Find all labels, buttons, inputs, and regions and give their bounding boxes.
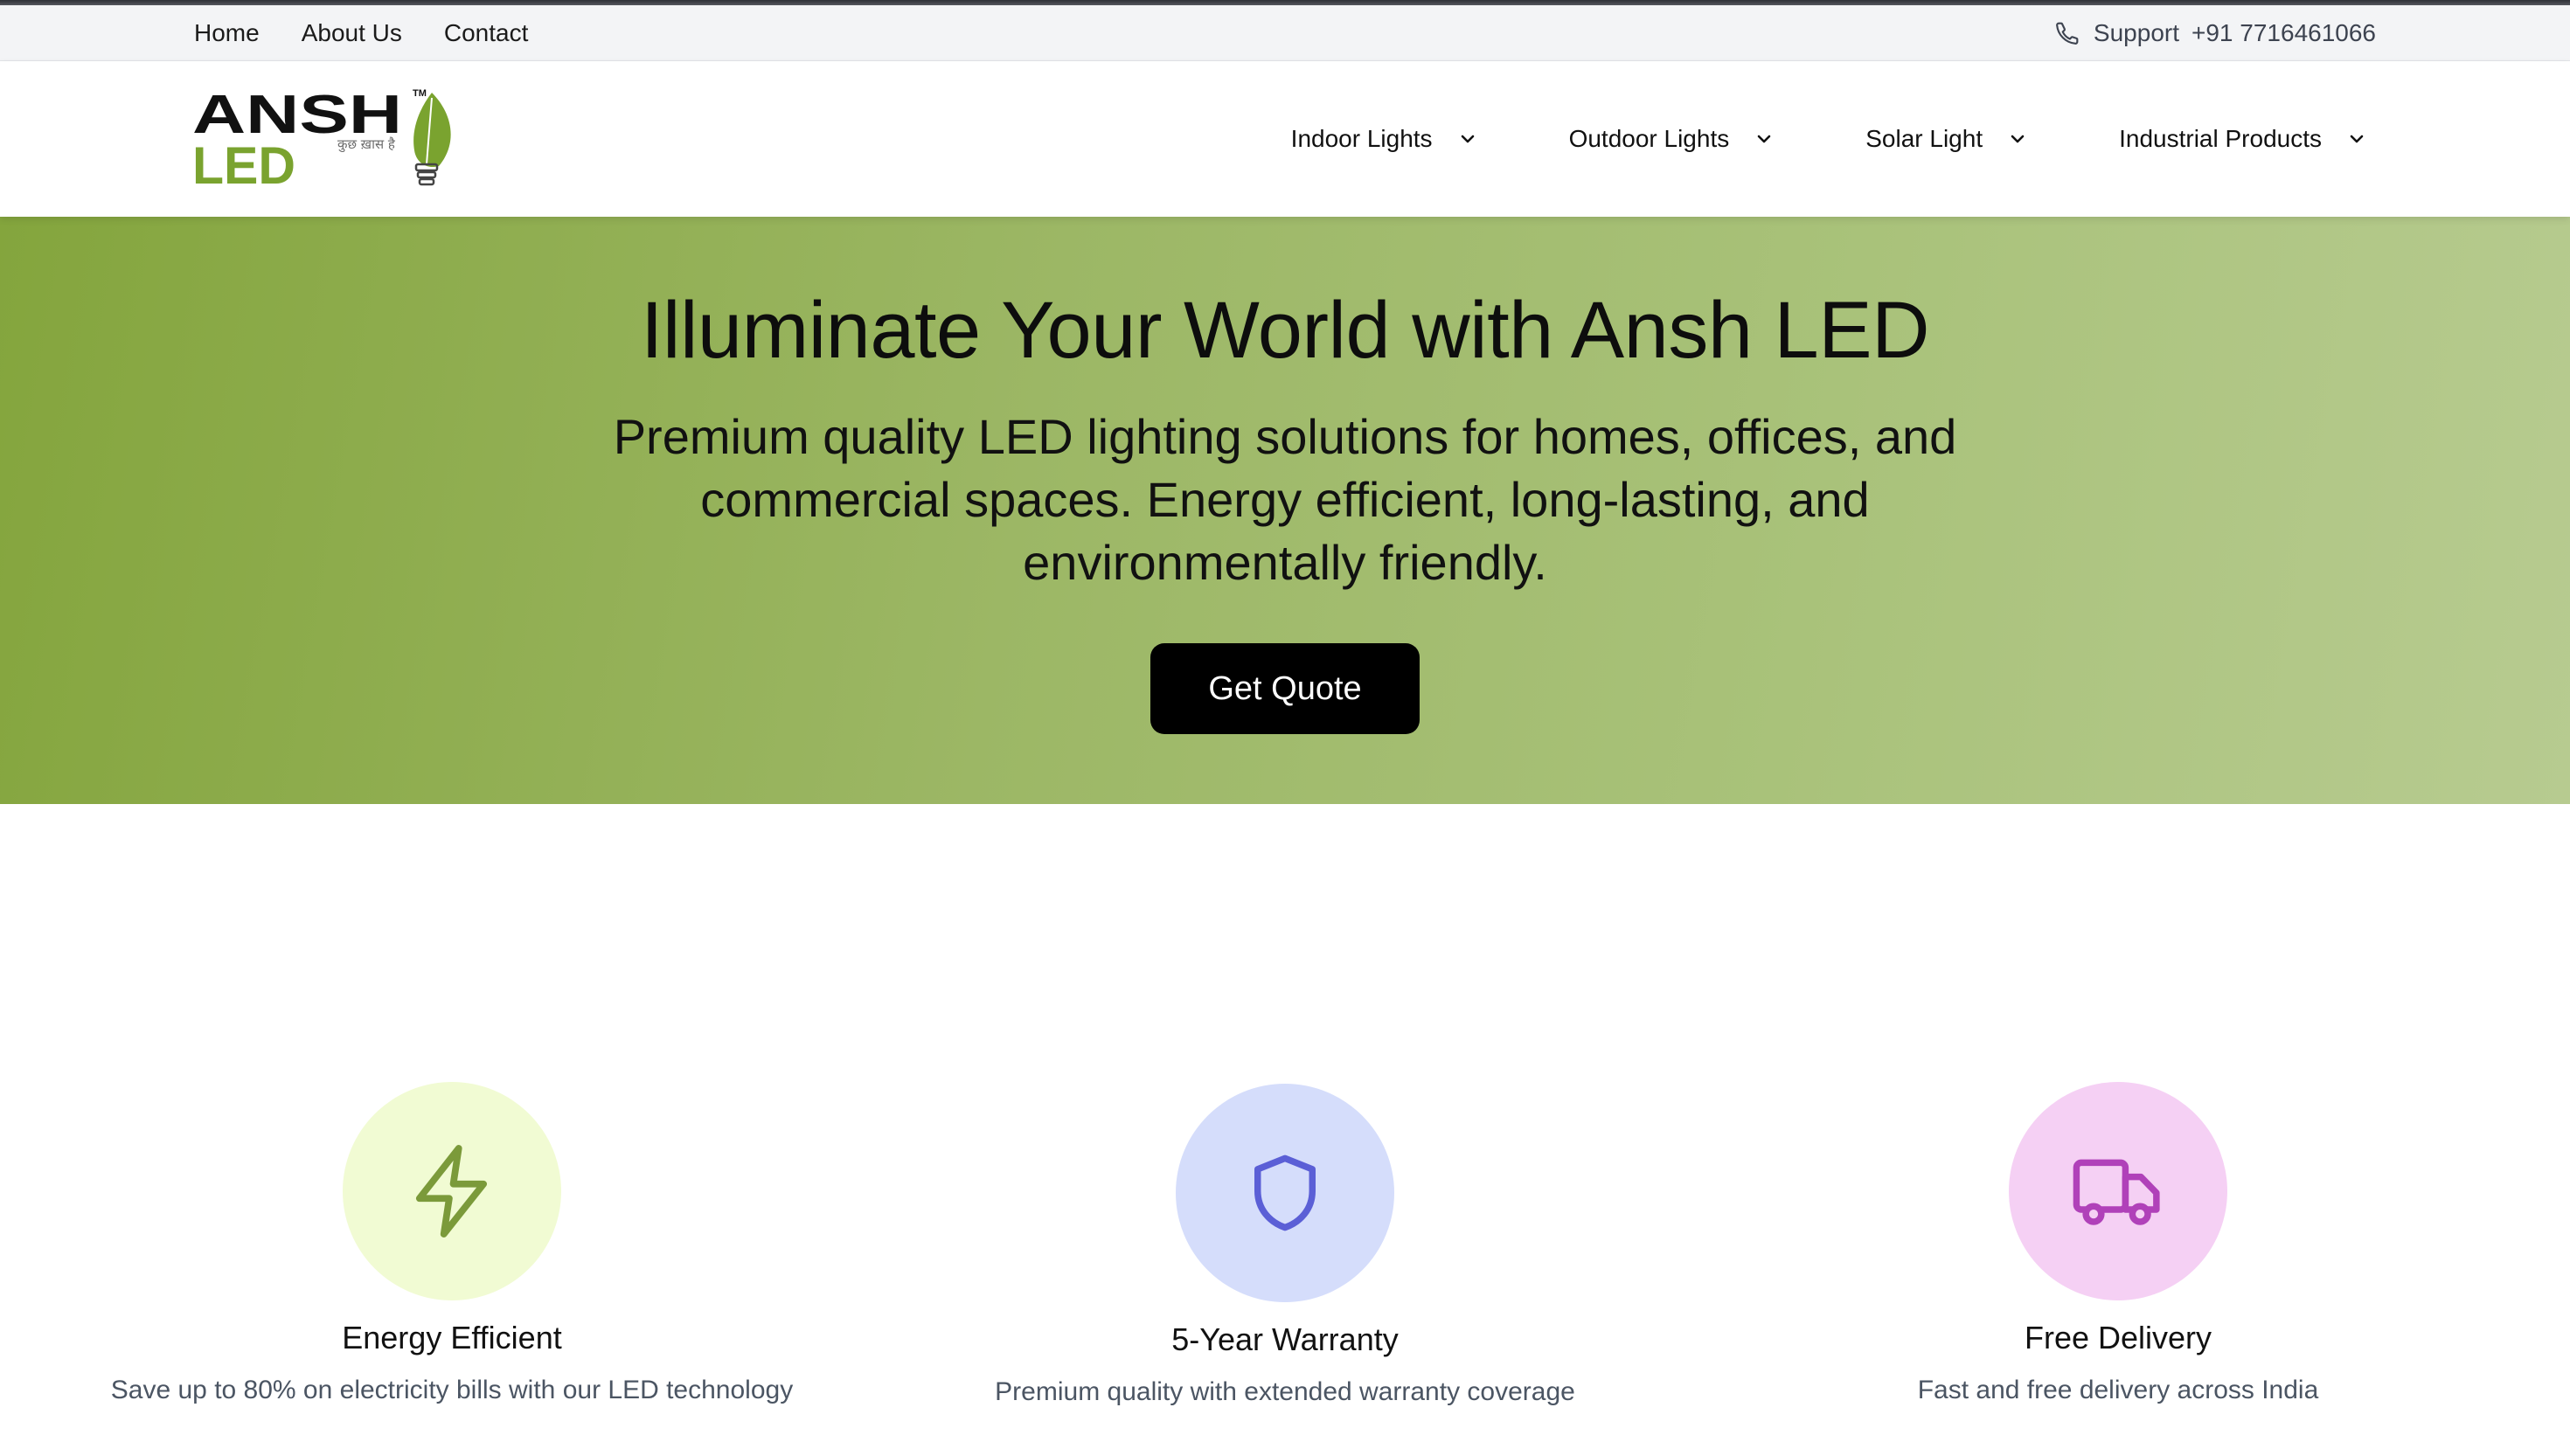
leaf-bulb-icon xyxy=(413,93,451,186)
logo-tagline: कुछ ख़ास है xyxy=(337,136,396,153)
feature-title: Energy Efficient xyxy=(342,1320,562,1355)
hero-section: Illuminate Your World with Ansh LED Prem… xyxy=(0,217,2570,804)
nav-industrial-products[interactable]: Industrial Products xyxy=(2119,125,2367,153)
nav-indoor-lights[interactable]: Indoor Lights xyxy=(1291,125,1478,153)
nav-item-label: Solar Light xyxy=(1865,125,1983,152)
feature-icon-circle xyxy=(343,1082,561,1300)
feature-description: Premium quality with extended warranty c… xyxy=(995,1377,1575,1406)
phone-icon xyxy=(2053,19,2081,47)
feature-description: Save up to 80% on electricity bills with… xyxy=(110,1376,794,1404)
ansh-led-logo[interactable]: ANSH TM LED कुछ ख़ास है xyxy=(191,85,462,195)
about-us-link[interactable]: About Us xyxy=(302,19,402,47)
chevron-down-icon xyxy=(1457,128,1478,149)
support-label: Support xyxy=(2093,19,2179,46)
chevron-down-icon xyxy=(2346,128,2367,149)
nav-solar-light[interactable]: Solar Light xyxy=(1865,125,2028,153)
nav-item-label: Outdoor Lights xyxy=(1568,125,1730,152)
nav-item-label: Indoor Lights xyxy=(1290,125,1433,152)
truck-icon xyxy=(2073,1159,2160,1225)
contact-link[interactable]: Contact xyxy=(444,19,529,47)
nav-item-label: Industrial Products xyxy=(2119,125,2322,152)
chevron-down-icon xyxy=(1754,128,1775,149)
feature-free-delivery: Free Delivery Fast and free delivery acr… xyxy=(1681,1082,2555,1405)
nav-outdoor-lights[interactable]: Outdoor Lights xyxy=(1569,125,1775,153)
home-link[interactable]: Home xyxy=(194,19,260,47)
feature-title: Free Delivery xyxy=(2024,1320,2212,1355)
logo-trademark: TM xyxy=(413,88,427,99)
support-phone-number[interactable]: +91 7716461066 xyxy=(2191,19,2376,47)
chevron-down-icon xyxy=(2007,128,2028,149)
feature-title: 5-Year Warranty xyxy=(1171,1321,1399,1357)
main-navbar: ANSH TM LED कुछ ख़ास है Indoor Lights Ou… xyxy=(0,61,2570,217)
feature-icon-circle xyxy=(2009,1082,2227,1300)
shield-icon xyxy=(1254,1154,1316,1231)
feature-description: Fast and free delivery across India xyxy=(1917,1376,2319,1404)
feature-icon-circle xyxy=(1176,1084,1394,1302)
lightning-bolt-icon xyxy=(415,1145,488,1238)
get-quote-button[interactable]: Get Quote xyxy=(1150,643,1420,734)
utility-bar: Home About Us Contact Support +91 771646… xyxy=(0,5,2570,61)
hero-title: Illuminate Your World with Ansh LED xyxy=(640,286,1930,375)
feature-5-year-warranty: 5-Year Warranty Premium quality with ext… xyxy=(848,1084,1722,1407)
hero-subtitle: Premium quality LED lighting solutions f… xyxy=(613,409,1957,590)
logo-wordmark-led: LED xyxy=(192,136,295,191)
utility-links: Home About Us Contact xyxy=(194,5,528,61)
primary-nav: Indoor Lights Outdoor Lights Solar Light… xyxy=(1291,61,2367,217)
feature-energy-efficient: Energy Efficient Save up to 80% on elect… xyxy=(15,1082,889,1405)
support-contact[interactable]: Support +91 7716461066 xyxy=(2053,5,2376,61)
